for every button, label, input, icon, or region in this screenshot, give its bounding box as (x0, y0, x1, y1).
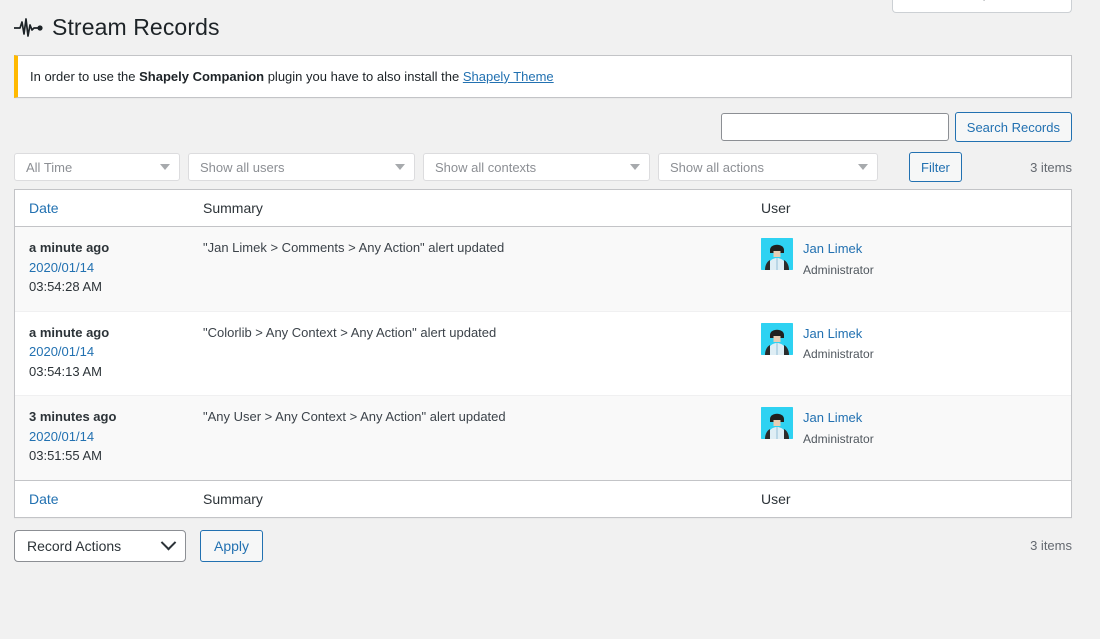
bulk-action-value: Record Actions (27, 537, 122, 554)
record-time: 03:54:13 AM (29, 363, 102, 379)
table-row[interactable]: a minute ago 2020/01/14 03:54:28 AM "Jan… (15, 227, 1071, 311)
record-time: 03:51:55 AM (29, 448, 102, 464)
screen-meta-links: Screen Options ▼ (892, 0, 1072, 13)
context-filter-select[interactable]: Show all contexts (423, 153, 650, 182)
tablenav-top: All Time Show all users Show all context… (14, 152, 1072, 183)
notice-text-middle: plugin you have to also install the (264, 68, 463, 84)
items-count-bottom: 3 items (1030, 538, 1072, 554)
table-footer-row: Date Summary User (15, 479, 1071, 517)
sort-by-date-link[interactable]: Date (29, 200, 59, 216)
user-name-link[interactable]: Jan Limek (803, 324, 874, 344)
page-wrap: Screen Options ▼ Stream Records In order … (0, 0, 1100, 562)
date-range-value: All Time (26, 159, 73, 175)
user-filter-select[interactable]: Show all users (188, 153, 415, 182)
user-name-link[interactable]: Jan Limek (803, 408, 874, 428)
chevron-down-icon (160, 535, 177, 551)
date-range-select[interactable]: All Time (14, 153, 180, 182)
table-head: Date Summary User (15, 190, 1071, 228)
page-title: Stream Records (52, 14, 220, 40)
items-count-top: 3 items (1030, 159, 1072, 175)
user-role: Administrator (803, 347, 874, 362)
chevron-down-icon (630, 164, 640, 171)
table-header-row: Date Summary User (15, 190, 1071, 228)
screen-options-button[interactable]: Screen Options ▼ (892, 0, 1072, 13)
record-date-link[interactable]: 2020/01/14 (29, 342, 179, 362)
notice-plugin-name: Shapely Companion (139, 68, 265, 84)
column-header-date: Date (15, 190, 189, 228)
avatar (761, 407, 793, 440)
action-filter-value: Show all actions (670, 159, 764, 175)
screen-options-label: Screen Options (928, 0, 1018, 1)
record-date-link[interactable]: 2020/01/14 (29, 258, 179, 278)
cell-user: Jan Limek Administrator (747, 227, 1071, 311)
column-footer-date: Date (15, 479, 189, 517)
stream-pulse-icon (13, 17, 44, 39)
bulk-action-select[interactable]: Record Actions (14, 529, 186, 562)
relative-time: a minute ago (29, 240, 110, 256)
relative-time: a minute ago (29, 324, 110, 340)
cell-user: Jan Limek Administrator (747, 310, 1071, 396)
avatar (761, 322, 793, 355)
notice-text-before: In order to use the (30, 68, 140, 84)
table-foot: Date Summary User (15, 479, 1071, 517)
record-time: 03:54:28 AM (29, 279, 102, 295)
stream-records-table: Date Summary User a minute ago 2020/01/1… (14, 189, 1072, 518)
admin-notice: In order to use the Shapely Companion pl… (14, 54, 1072, 99)
context-filter-value: Show all contexts (435, 159, 537, 175)
column-footer-summary: Summary (189, 479, 747, 517)
user-cell: Jan Limek Administrator (761, 238, 1061, 279)
cell-summary: "Any User > Any Context > Any Action" al… (189, 395, 747, 480)
table-row[interactable]: 3 minutes ago 2020/01/14 03:51:55 AM "An… (15, 395, 1071, 480)
chevron-down-icon: ▼ (1025, 0, 1036, 1)
user-role: Administrator (803, 262, 874, 277)
user-meta: Jan Limek Administrator (803, 238, 874, 279)
shapely-theme-link[interactable]: Shapely Theme (463, 69, 554, 84)
filter-controls: All Time Show all users Show all context… (14, 152, 962, 183)
column-footer-user: User (747, 479, 1071, 517)
action-filter-select[interactable]: Show all actions (658, 153, 878, 182)
cell-summary: "Jan Limek > Comments > Any Action" aler… (189, 227, 747, 311)
sort-by-date-link-footer[interactable]: Date (29, 491, 59, 507)
cell-date: a minute ago 2020/01/14 03:54:13 AM (15, 310, 189, 396)
apply-button[interactable]: Apply (200, 529, 264, 562)
chevron-down-icon (858, 164, 868, 171)
cell-date: 3 minutes ago 2020/01/14 03:51:55 AM (15, 395, 189, 480)
search-box: Search Records (0, 112, 1072, 143)
chevron-down-icon (395, 164, 405, 171)
record-date-link[interactable]: 2020/01/14 (29, 427, 179, 447)
chevron-down-icon (160, 164, 170, 171)
user-cell: Jan Limek Administrator (761, 407, 1061, 448)
table-row[interactable]: a minute ago 2020/01/14 03:54:13 AM "Col… (15, 310, 1071, 396)
user-cell: Jan Limek Administrator (761, 322, 1061, 364)
user-filter-value: Show all users (200, 159, 285, 175)
user-meta: Jan Limek Administrator (803, 323, 874, 364)
column-header-user: User (747, 190, 1071, 228)
cell-date: a minute ago 2020/01/14 03:54:28 AM (15, 227, 189, 311)
tablenav-bottom: Record Actions Apply 3 items (14, 529, 1072, 562)
user-name-link[interactable]: Jan Limek (803, 239, 874, 259)
cell-summary: "Colorlib > Any Context > Any Action" al… (189, 310, 747, 396)
column-header-summary: Summary (189, 190, 747, 228)
table-body: a minute ago 2020/01/14 03:54:28 AM "Jan… (15, 227, 1071, 480)
relative-time: 3 minutes ago (29, 409, 117, 425)
cell-user: Jan Limek Administrator (747, 395, 1071, 480)
avatar (761, 238, 793, 271)
search-records-button[interactable]: Search Records (954, 112, 1072, 143)
user-role: Administrator (803, 431, 874, 446)
search-input[interactable] (720, 113, 949, 142)
filter-button[interactable]: Filter (909, 152, 962, 183)
user-meta: Jan Limek Administrator (803, 407, 874, 448)
